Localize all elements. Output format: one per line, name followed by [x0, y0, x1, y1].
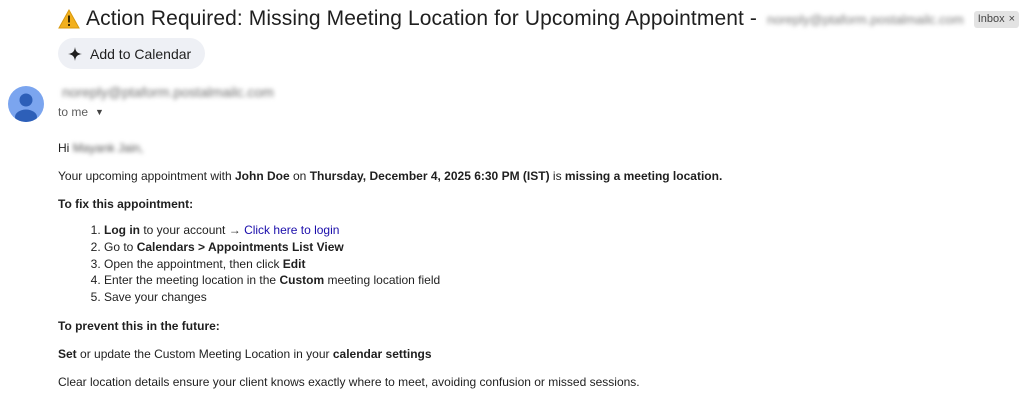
- step-text: to your account →: [140, 223, 245, 237]
- prevent-heading: To prevent this in the future:: [58, 319, 220, 333]
- step-text: Open the appointment, then click: [104, 256, 283, 271]
- intro-paragraph: Your upcoming appointment with John Doe …: [58, 169, 722, 183]
- intro-text: Your upcoming appointment with: [58, 169, 235, 183]
- greeting: Hi Mayank Jain,: [58, 141, 143, 155]
- login-link[interactable]: Click here to login: [244, 223, 339, 237]
- remove-label-icon[interactable]: ×: [1009, 13, 1015, 25]
- step-text: Enter the meeting location in the: [104, 273, 280, 288]
- recipient-summary[interactable]: to me ▼: [58, 105, 104, 119]
- step-text: meeting location field: [324, 273, 441, 288]
- sender-address[interactable]: noreply@ptaform.postalmailc.com: [62, 84, 274, 100]
- to-me-label: to me: [58, 105, 89, 119]
- fix-heading-text: To fix this appointment:: [58, 197, 194, 211]
- intro-text: on: [289, 169, 310, 183]
- step-text: Save your changes: [104, 290, 207, 305]
- caret-down-icon[interactable]: ▼: [95, 107, 104, 117]
- list-item: Log in to your account → Click here to l…: [104, 222, 440, 239]
- intro-text: is: [549, 169, 565, 183]
- prevent-bold: Set: [58, 347, 77, 361]
- email-subject: Action Required: Missing Meeting Locatio…: [86, 7, 757, 30]
- prevent-bold: calendar settings: [332, 347, 432, 361]
- missing-location-note: missing a meeting location.: [564, 169, 723, 183]
- step-bold: Log in: [104, 223, 140, 237]
- list-item: Go to Calendars > Appointments List View: [104, 239, 440, 256]
- add-to-calendar-button[interactable]: Add to Calendar: [58, 38, 206, 69]
- fix-steps-list: Log in to your account → Click here to l…: [62, 222, 440, 306]
- subject-sender-address: noreply@ptaform.postalmailc.com: [766, 11, 964, 27]
- warning-icon: [58, 8, 80, 29]
- prevent-heading-text: To prevent this in the future:: [58, 319, 220, 333]
- inbox-label-text: Inbox: [977, 13, 1005, 25]
- list-item: Enter the meeting location in the Custom…: [104, 272, 440, 289]
- sender-avatar[interactable]: [8, 86, 44, 122]
- step-bold: Edit: [282, 256, 306, 271]
- add-to-calendar-label: Add to Calendar: [90, 45, 192, 62]
- step-text: Go to: [104, 239, 137, 254]
- list-item: Open the appointment, then click Edit: [104, 256, 440, 273]
- prevent-text: or update the Custom Meeting Location in…: [76, 347, 333, 361]
- closing-paragraph: Clear location details ensure your clien…: [58, 375, 640, 389]
- client-name: John Doe: [235, 169, 290, 183]
- step-bold: Calendars > Appointments List View: [136, 239, 344, 254]
- person-icon: [15, 93, 37, 122]
- greeting-name: Mayank Jain,: [72, 141, 144, 155]
- inbox-label-chip[interactable]: Inbox ×: [973, 10, 1020, 28]
- sparkle-icon: [68, 46, 82, 61]
- subject-row: Action Required: Missing Meeting Locatio…: [58, 4, 1020, 34]
- step-bold: Custom: [279, 273, 325, 288]
- prevent-paragraph: Set or update the Custom Meeting Locatio…: [58, 347, 432, 361]
- appointment-datetime: Thursday, December 4, 2025 6:30 PM (IST): [309, 169, 550, 183]
- list-item: Save your changes: [104, 289, 440, 306]
- fix-heading: To fix this appointment:: [58, 197, 193, 211]
- greeting-prefix: Hi: [58, 141, 70, 155]
